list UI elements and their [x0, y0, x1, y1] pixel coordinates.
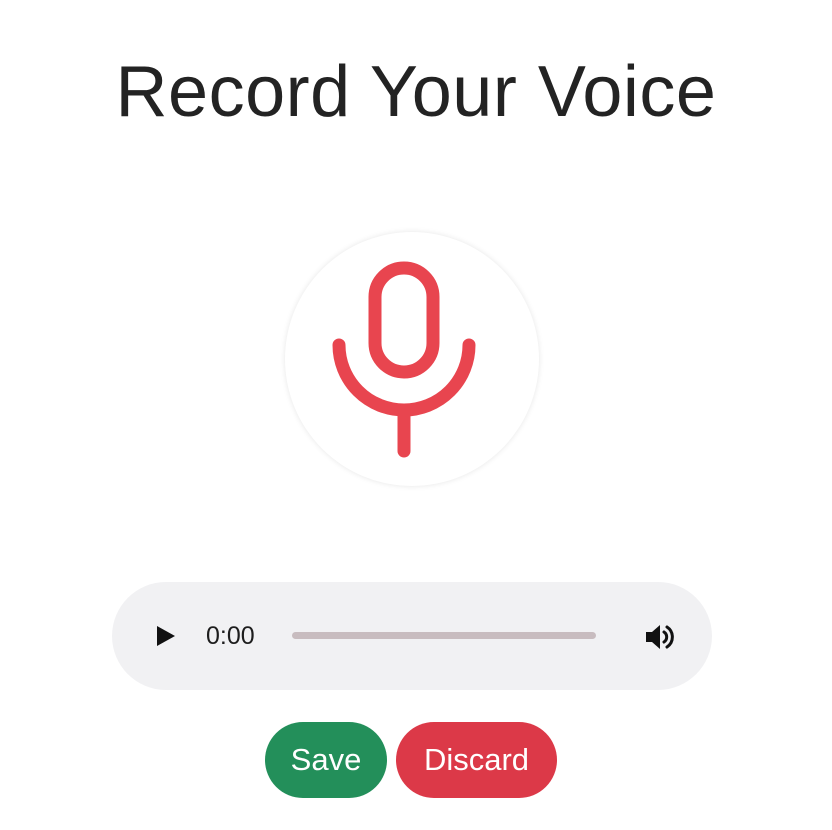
discard-button[interactable]: Discard [396, 722, 557, 798]
save-button[interactable]: Save [265, 722, 387, 798]
page-title: Record Your Voice [115, 52, 717, 132]
progress-slider[interactable] [292, 632, 596, 639]
volume-button[interactable] [642, 620, 678, 654]
record-button[interactable] [285, 232, 539, 486]
volume-icon [646, 625, 674, 649]
time-display: 0:00 [206, 622, 255, 650]
play-button[interactable] [150, 620, 182, 652]
microphone-icon [332, 261, 476, 458]
play-icon [157, 626, 175, 646]
